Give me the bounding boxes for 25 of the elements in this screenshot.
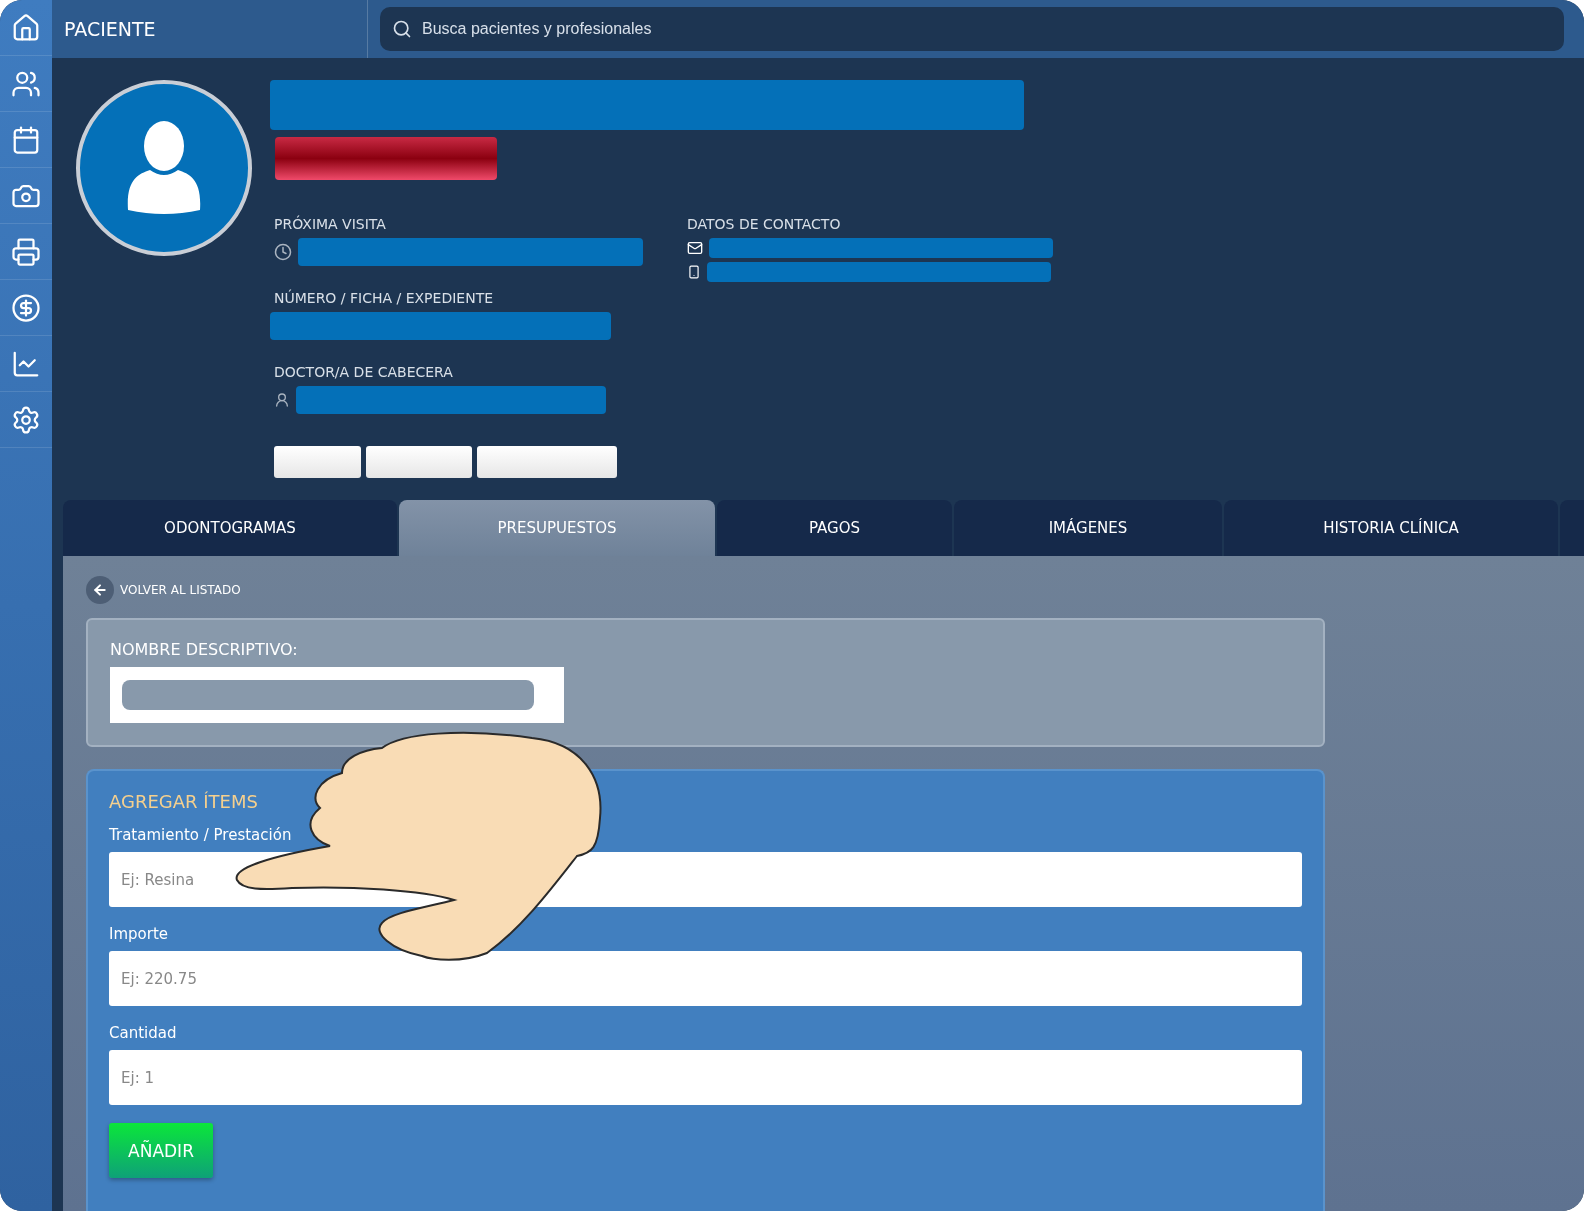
- field-label: DATOS DE CONTACTO: [687, 216, 842, 232]
- section-title: AGREGAR ÍTEMS: [109, 791, 259, 812]
- field-label: Tratamiento / Prestación: [109, 826, 293, 844]
- field-label: Cantidad: [109, 1024, 178, 1042]
- search-box[interactable]: Busca pacientes y profesionales: [380, 7, 1564, 51]
- field-label: NOMBRE DESCRIPTIVO:: [110, 640, 299, 659]
- field-label: Importe: [109, 925, 169, 943]
- arrow-left-icon: [92, 582, 108, 598]
- search-field[interactable]: Busca pacientes y profesionales: [420, 19, 1552, 39]
- page-title: PACIENTE: [52, 0, 368, 58]
- field-label: DOCTOR/A DE CABECERA: [274, 364, 454, 380]
- back-link[interactable]: VOLVER AL LISTADO: [86, 576, 241, 604]
- tab[interactable]: PAGOS: [717, 500, 952, 556]
- input-field[interactable]: [110, 667, 564, 723]
- search-icon: [392, 19, 412, 39]
- tab[interactable]: HISTORIA CLÍNICA: [1224, 500, 1558, 556]
- clock-icon: [274, 243, 292, 261]
- field-label: PRÓXIMA VISITA: [274, 216, 387, 232]
- input-field[interactable]: Ej: 220.75: [109, 951, 1302, 1006]
- mail-icon: [687, 240, 703, 256]
- tab[interactable]: IMÁGENES: [954, 500, 1222, 556]
- tab[interactable]: ODONTOGRAMAS: [63, 500, 397, 556]
- field-label: NÚMERO / FICHA / EXPEDIENTE: [274, 290, 495, 306]
- input-field[interactable]: Ej: 1: [109, 1050, 1302, 1105]
- phone-icon: [687, 265, 701, 279]
